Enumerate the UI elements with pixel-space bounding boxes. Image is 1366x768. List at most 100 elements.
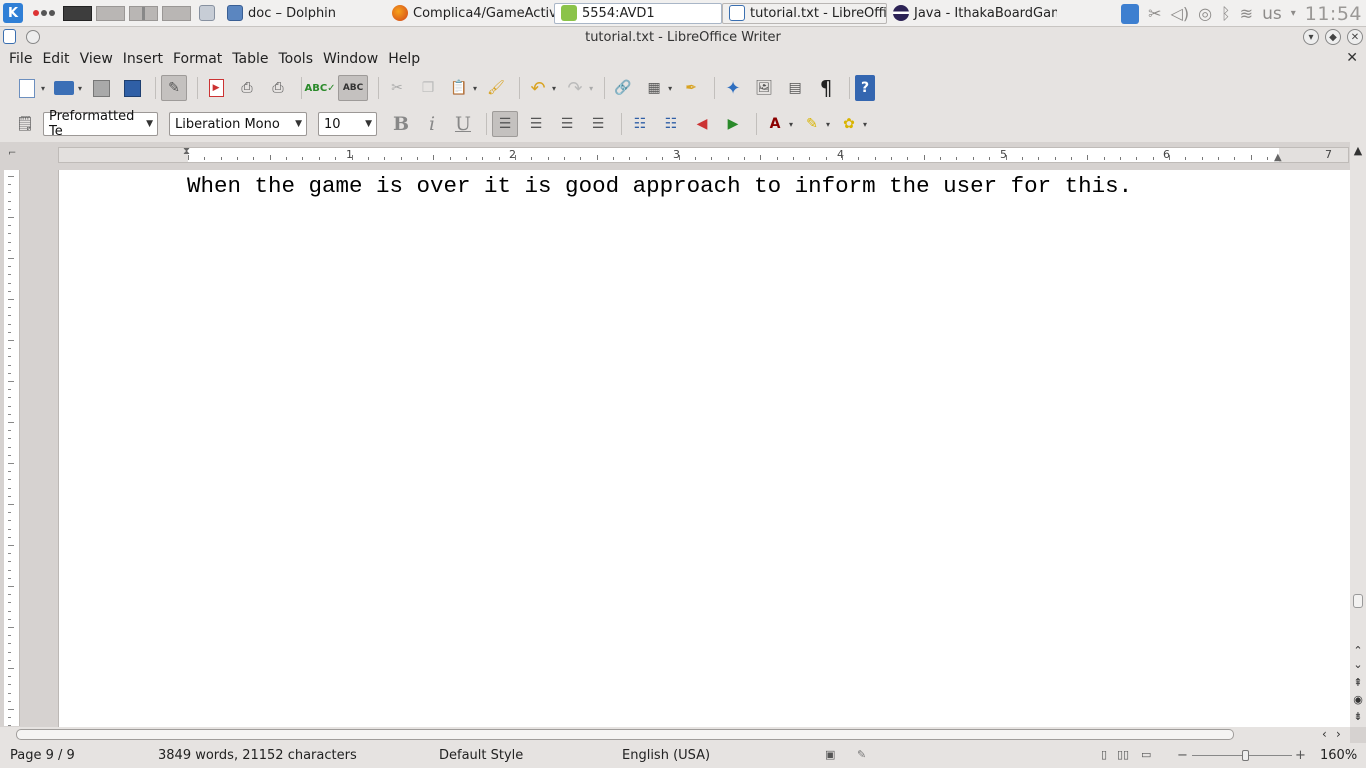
print-preview-icon[interactable]: ⎙	[265, 75, 291, 101]
increase-indent-icon[interactable]: ▶	[720, 111, 746, 137]
save-as-icon[interactable]	[119, 75, 145, 101]
bold-icon[interactable]: B	[388, 111, 414, 137]
task-dolphin[interactable]: doc – Dolphin	[221, 3, 386, 24]
task-libreoffice[interactable]: tutorial.txt - LibreOffice	[722, 2, 887, 24]
close-window-button[interactable]: ✕	[1347, 29, 1363, 45]
right-indent-marker-icon[interactable]: ▲	[1274, 152, 1282, 163]
kde-launcher-icon[interactable]: K	[3, 3, 23, 23]
background-color-icon[interactable]: ✿	[836, 111, 862, 137]
edit-mode-icon[interactable]: ✎	[161, 75, 188, 101]
horizontal-scrollbar[interactable]: ‹ ›	[0, 727, 1350, 743]
task-eclipse[interactable]: Java - IthakaBoardGame	[887, 3, 1057, 24]
table-dropdown-icon[interactable]: ▾	[668, 84, 672, 93]
document-page[interactable]: When the game is over it is good approac…	[58, 170, 1350, 727]
multi-page-view-icon[interactable]: ▯▯	[1117, 748, 1129, 761]
highlighting-icon[interactable]: ✎	[799, 111, 825, 137]
menu-insert[interactable]: Insert	[118, 51, 168, 67]
selection-mode-icon[interactable]: ▣	[825, 748, 835, 761]
decrease-indent-icon[interactable]: ◀	[689, 111, 715, 137]
wifi-icon[interactable]: ≋	[1240, 4, 1253, 23]
horizontal-ruler[interactable]: 1 2 3 4 5 6 7 ⧗ ▲	[58, 146, 1349, 163]
scroll-up-icon[interactable]: ▲	[1351, 144, 1365, 157]
print-icon[interactable]: ⎙	[234, 75, 260, 101]
scissors-icon[interactable]: ✂	[1148, 4, 1161, 23]
clone-formatting-icon[interactable]: 🖌	[483, 75, 509, 101]
navigator-icon[interactable]: ✦	[720, 75, 746, 101]
menu-file[interactable]: File	[4, 51, 37, 67]
navigation-icon[interactable]: ◉	[1351, 693, 1365, 706]
menu-window[interactable]: Window	[318, 51, 383, 67]
paste-icon[interactable]: 📋	[446, 75, 472, 101]
help-icon[interactable]: ?	[855, 75, 876, 101]
save-icon[interactable]	[88, 75, 114, 101]
document-text[interactable]: When the game is over it is good approac…	[187, 173, 1132, 199]
network-globe-icon[interactable]: ◎	[1198, 4, 1212, 23]
scroll-up-small-icon[interactable]: ⌃	[1351, 644, 1365, 657]
clipboard-icon[interactable]	[1121, 3, 1140, 24]
zoom-slider-knob[interactable]	[1242, 750, 1249, 761]
bluetooth-icon[interactable]: ᛒ	[1221, 4, 1231, 23]
cut-icon[interactable]: ✂	[384, 75, 410, 101]
font-color-dropdown-icon[interactable]: ▾	[789, 120, 793, 129]
gallery-icon[interactable]: 🖼	[751, 75, 777, 101]
underline-icon[interactable]: U	[450, 111, 476, 137]
copy-icon[interactable]: ❐	[415, 75, 441, 101]
book-view-icon[interactable]: ▭	[1141, 748, 1151, 761]
show-desktop-icon[interactable]	[199, 5, 215, 21]
menu-tools[interactable]: Tools	[274, 51, 319, 67]
scroll-down-small-icon[interactable]: ⌄	[1351, 658, 1365, 671]
scroll-left-icon[interactable]: ‹	[1322, 727, 1327, 741]
language[interactable]: English (USA)	[622, 748, 710, 763]
next-page-icon[interactable]: ⇟	[1351, 710, 1365, 723]
pin-icon[interactable]	[26, 29, 40, 44]
menu-view[interactable]: View	[75, 51, 118, 67]
font-color-icon[interactable]: A	[762, 111, 788, 137]
previous-page-icon[interactable]: ⇞	[1351, 676, 1365, 689]
clock[interactable]: 11:54	[1305, 3, 1362, 25]
zoom-in-icon[interactable]: +	[1295, 748, 1306, 763]
open-icon[interactable]	[51, 75, 77, 101]
paste-dropdown-icon[interactable]: ▾	[473, 84, 477, 93]
desktop-4[interactable]	[162, 5, 191, 21]
data-sources-icon[interactable]: ▤	[782, 75, 808, 101]
hyperlink-icon[interactable]: 🔗	[610, 75, 636, 101]
undo-icon[interactable]: ↶	[525, 75, 551, 101]
tab-stop-icon[interactable]: ⌐	[8, 148, 16, 159]
formatting-marks-icon[interactable]: ¶	[813, 75, 839, 101]
horizontal-scroll-thumb[interactable]	[16, 729, 1234, 740]
task-emulator[interactable]: 5554:AVD1	[554, 2, 722, 24]
show-draw-functions-icon[interactable]: ✒	[678, 75, 704, 101]
menu-table[interactable]: Table	[227, 51, 273, 67]
undo-dropdown-icon[interactable]: ▾	[552, 84, 556, 93]
vertical-scroll-thumb[interactable]	[1353, 594, 1363, 608]
minimize-button[interactable]: ▾	[1303, 29, 1319, 45]
word-count[interactable]: 3849 words, 21152 characters	[158, 748, 357, 763]
new-dropdown-icon[interactable]: ▾	[41, 84, 45, 93]
menu-edit[interactable]: Edit	[37, 51, 74, 67]
vertical-ruler[interactable]	[4, 170, 20, 727]
redo-dropdown-icon[interactable]: ▾	[589, 84, 593, 93]
desktop-3[interactable]	[129, 5, 158, 21]
insert-table-icon[interactable]: ▦	[641, 75, 667, 101]
vertical-scrollbar[interactable]: ▲ ⌃ ⌄ ⇞ ◉ ⇟	[1350, 142, 1366, 727]
activity-dots-icon[interactable]	[33, 10, 55, 16]
numbered-list-icon[interactable]: ☷	[627, 111, 653, 137]
auto-spellcheck-icon[interactable]: ABC	[338, 75, 369, 101]
scroll-right-icon[interactable]: ›	[1336, 727, 1341, 741]
highlight-dropdown-icon[interactable]: ▾	[826, 120, 830, 129]
export-pdf-icon[interactable]: ▶	[203, 75, 229, 101]
page-style[interactable]: Default Style	[439, 748, 523, 763]
font-size-select[interactable]: 10 ▼	[318, 112, 377, 136]
zoom-level[interactable]: 160%	[1320, 748, 1357, 763]
menu-format[interactable]: Format	[168, 51, 227, 67]
page-indicator[interactable]: Page 9 / 9	[10, 748, 75, 763]
background-dropdown-icon[interactable]: ▾	[863, 120, 867, 129]
keyboard-layout[interactable]: us	[1262, 4, 1282, 24]
desktop-2[interactable]	[96, 5, 125, 21]
spellcheck-icon[interactable]: ABC✓	[304, 75, 335, 101]
volume-icon[interactable]: ◁)	[1171, 4, 1190, 23]
italic-icon[interactable]: i	[419, 111, 445, 137]
single-page-view-icon[interactable]: ▯	[1101, 748, 1107, 761]
align-center-icon[interactable]: ☰	[523, 111, 549, 137]
align-right-icon[interactable]: ☰	[554, 111, 580, 137]
